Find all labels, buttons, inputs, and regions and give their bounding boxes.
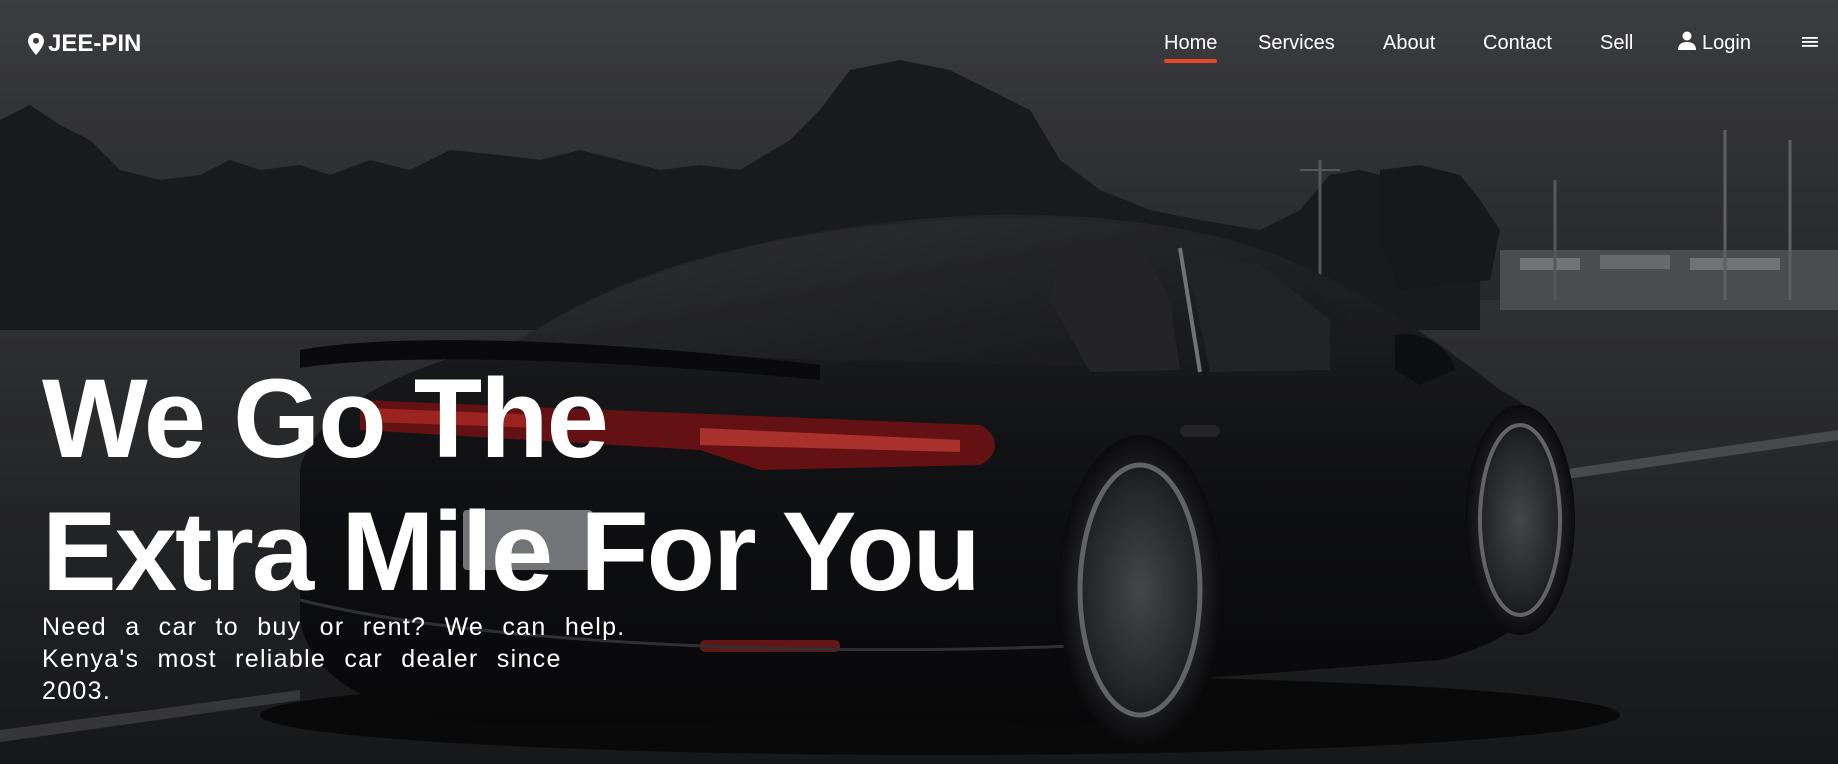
nav-item-home[interactable]: Home: [1164, 32, 1218, 63]
hero-title-line-2: Extra Mile For You: [42, 489, 981, 614]
hero-subtitle: Need a car to buy or rent? We can help. …: [42, 611, 642, 707]
hero-subtitle-line-1: Need a car to buy or rent? We can help.: [42, 613, 626, 641]
nav-item-login[interactable]: Login: [1678, 31, 1751, 55]
brand-logo-link[interactable]: JEE-PIN: [28, 30, 141, 58]
brand-name: JEE-PIN: [48, 30, 142, 57]
nav-item-label: Home: [1164, 32, 1218, 54]
hero-subtitle-line-2: Kenya's most reliable car dealer since 2…: [42, 645, 562, 705]
navbar: JEE-PIN Home Services About Contact Sell…: [0, 0, 1838, 90]
map-pin-icon: [28, 33, 44, 55]
nav-item-sell[interactable]: Sell: [1600, 32, 1633, 55]
hero-title-line-1: We Go The: [42, 356, 609, 481]
nav-item-services[interactable]: Services: [1258, 32, 1335, 55]
active-nav-indicator: [1164, 59, 1218, 63]
user-icon: [1678, 31, 1696, 50]
nav-item-label: Login: [1702, 32, 1751, 54]
hero-title: We Go The Extra Mile For You: [42, 352, 1042, 618]
nav-item-about[interactable]: About: [1383, 32, 1435, 55]
hamburger-menu-icon[interactable]: [1800, 33, 1820, 53]
nav-item-contact[interactable]: Contact: [1483, 32, 1552, 55]
hero-section: We Go The Extra Mile For You Need a car …: [0, 0, 1838, 764]
